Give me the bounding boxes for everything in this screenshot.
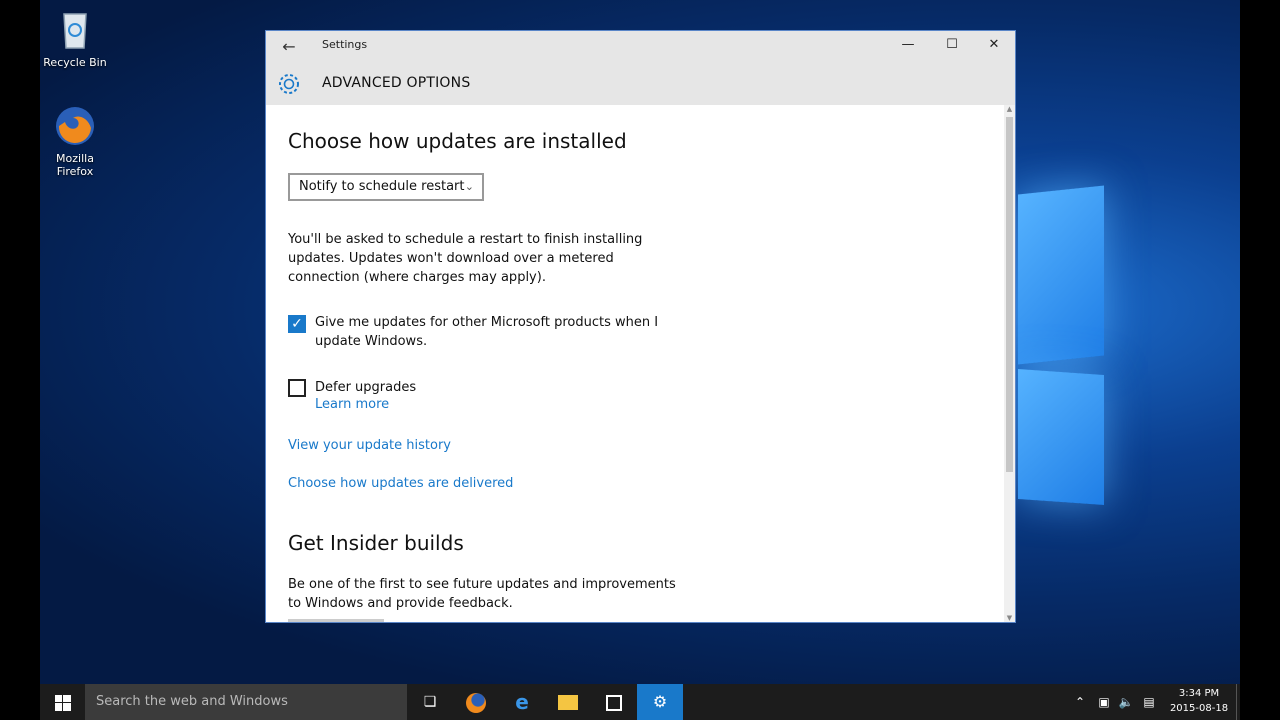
minimize-button[interactable]: — <box>886 31 930 59</box>
update-history-link[interactable]: View your update history <box>288 438 451 453</box>
recycle-bin-icon <box>53 8 97 52</box>
learn-more-link[interactable]: Learn more <box>315 397 389 412</box>
insider-description: Be one of the first to see future update… <box>288 577 676 611</box>
vertical-scrollbar[interactable]: ▲ ▼ <box>1004 105 1015 622</box>
letterbox-left <box>0 0 40 684</box>
gear-icon <box>276 71 302 97</box>
taskbar-search-box[interactable]: Search the web and Windows <box>85 684 407 720</box>
install-description: You'll be asked to schedule a restart to… <box>288 232 643 285</box>
scroll-down-icon[interactable]: ▼ <box>1004 614 1015 622</box>
desktop-icon-recycle-bin[interactable]: Recycle Bin <box>40 8 110 69</box>
desktop-icon-label: Recycle Bin <box>43 56 107 69</box>
start-button[interactable] <box>40 684 86 720</box>
show-desktop-button[interactable] <box>1236 684 1241 720</box>
desktop-icon-firefox[interactable]: Mozilla Firefox <box>40 104 110 178</box>
action-center-icon[interactable]: ▤ <box>1139 684 1159 720</box>
task-view-icon[interactable]: ❏ <box>407 684 453 720</box>
firefox-icon <box>53 104 97 148</box>
defer-upgrades-checkbox[interactable] <box>288 379 306 397</box>
store-icon[interactable] <box>591 684 637 720</box>
back-arrow-icon[interactable]: ← <box>276 35 302 59</box>
scrollbar-thumb[interactable] <box>1006 117 1013 472</box>
desktop-icon-label: Mozilla Firefox <box>56 152 94 178</box>
defer-upgrades-label: Defer upgrades <box>315 380 417 395</box>
maximize-button[interactable]: ☐ <box>930 31 974 59</box>
edge-icon[interactable]: e <box>499 684 545 720</box>
settings-window: ← Settings — ☐ ✕ ADVANCED OPTIONS Choose… <box>265 30 1016 623</box>
clock-date: 2015-08-18 <box>1169 703 1229 714</box>
scroll-up-icon[interactable]: ▲ <box>1004 105 1015 113</box>
windows-logo-pane <box>1018 185 1104 365</box>
window-title: Settings <box>322 38 368 51</box>
other-products-label: Give me updates for other Microsoft prod… <box>315 315 659 349</box>
install-mode-dropdown[interactable]: Notify to schedule restart ⌄ <box>288 173 484 201</box>
taskbar: Search the web and Windows ❏ e ⚙ ⌃ ▣ 🔈 ▤… <box>40 684 1240 720</box>
volume-icon[interactable]: 🔈 <box>1116 684 1136 720</box>
insider-section-heading: Get Insider builds <box>288 531 464 555</box>
get-started-button[interactable] <box>288 619 384 622</box>
firefox-taskbar-icon[interactable] <box>453 684 499 720</box>
windows-start-icon <box>55 694 71 711</box>
chevron-down-icon: ⌄ <box>464 180 474 193</box>
chevron-up-icon[interactable]: ⌃ <box>1070 684 1090 720</box>
dropdown-value: Notify to schedule restart <box>299 179 465 194</box>
page-heading: ADVANCED OPTIONS <box>322 75 471 91</box>
file-explorer-icon[interactable] <box>545 684 591 720</box>
other-products-checkbox[interactable]: ✓ <box>288 315 306 333</box>
settings-content: Choose how updates are installed Notify … <box>266 105 1004 622</box>
taskbar-clock[interactable]: 3:34 PM 2015-08-18 <box>1168 686 1230 716</box>
windows-logo-pane <box>1018 368 1104 506</box>
network-icon[interactable]: ▣ <box>1094 684 1114 720</box>
checkmark-icon: ✓ <box>291 316 303 332</box>
clock-time: 3:34 PM <box>1178 688 1220 699</box>
close-button[interactable]: ✕ <box>972 31 1016 59</box>
title-bar: ← Settings — ☐ ✕ ADVANCED OPTIONS <box>266 31 1015 105</box>
install-section-heading: Choose how updates are installed <box>288 129 627 153</box>
settings-taskbar-icon[interactable]: ⚙ <box>637 684 683 720</box>
letterbox-right <box>1240 0 1280 720</box>
update-delivery-link[interactable]: Choose how updates are delivered <box>288 476 513 491</box>
